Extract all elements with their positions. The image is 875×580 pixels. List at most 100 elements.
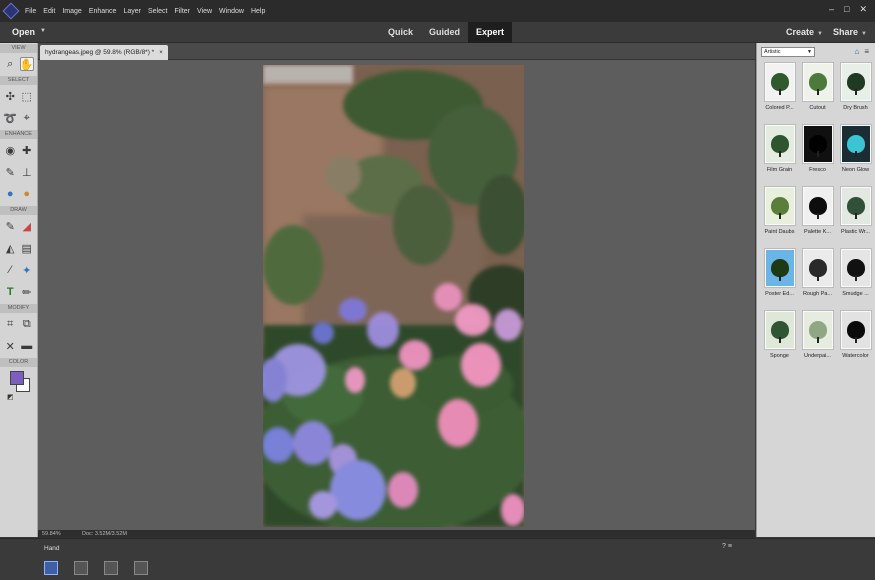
home-icon[interactable]: ⌂ (854, 47, 859, 56)
effect-thumbnail[interactable]: Paint Daubs (761, 184, 798, 246)
effect-label: Palette K... (804, 229, 831, 235)
open-button[interactable]: Open (12, 27, 35, 37)
zoom-level[interactable]: 59.84% (42, 530, 61, 538)
effect-preview-image (765, 188, 794, 224)
brush-tool-icon[interactable]: ✎ (3, 219, 17, 233)
effects-category-select[interactable]: Artistic ▼ (761, 47, 815, 57)
effect-thumbnail[interactable]: Cutout (799, 60, 836, 122)
foreground-color-swatch[interactable] (10, 371, 24, 385)
effect-thumbnail[interactable]: Dry Brush (837, 60, 874, 122)
effect-preview-image (803, 250, 832, 286)
menu-layer[interactable]: Layer (123, 8, 141, 15)
tree-icon (808, 197, 827, 219)
close-icon[interactable]: × (159, 50, 163, 56)
effect-thumbnail[interactable]: Sponge (761, 308, 798, 370)
share-button[interactable]: Share ▼ (833, 27, 867, 37)
effect-preview-image (803, 188, 832, 224)
effect-thumbnail[interactable]: Palette K... (799, 184, 836, 246)
effects-grid: Colored P... Cutout Dry Brush Film Grain Fre… (757, 60, 875, 370)
effect-preview (801, 310, 834, 350)
fit-screen-button[interactable] (74, 561, 88, 575)
menu-window[interactable]: Window (219, 8, 244, 15)
tab-quick[interactable]: Quick (380, 22, 421, 43)
healing-brush-tool-icon[interactable]: ✚ (20, 143, 34, 157)
tab-guided[interactable]: Guided (421, 22, 468, 43)
effect-thumbnail[interactable]: Colored P... (761, 60, 798, 122)
type-tool-icon[interactable]: T (3, 285, 17, 299)
effect-label: Fresco (809, 167, 826, 173)
menu-select[interactable]: Select (148, 8, 167, 15)
effect-thumbnail[interactable]: Neon Glow (837, 122, 874, 184)
panel-options-icon[interactable]: ≡ (728, 543, 732, 550)
effect-preview-image (765, 126, 794, 162)
effect-label: Plastic Wr... (841, 229, 870, 235)
share-label: Share (833, 27, 859, 37)
gradient-tool-icon[interactable]: ▤ (20, 241, 34, 255)
effect-thumbnail[interactable]: Underpai... (799, 308, 836, 370)
effect-thumbnail[interactable]: Poster Ed... (761, 246, 798, 308)
create-button[interactable]: Create ▼ (786, 27, 823, 37)
tab-expert[interactable]: Expert (468, 22, 513, 43)
document-image[interactable] (263, 65, 524, 527)
move-tool-icon[interactable]: ✣ (3, 89, 17, 103)
menu-view[interactable]: View (197, 8, 212, 15)
effect-thumbnail[interactable]: Fresco (799, 122, 836, 184)
document-tab[interactable]: hydrangeas.jpeg @ 59.8% (RGB/8*) * × (40, 45, 168, 60)
menu-bar: File Edit Image Enhance Layer Select Fil… (0, 0, 875, 22)
effect-preview-image (803, 312, 832, 348)
tree-icon (770, 321, 789, 343)
effect-thumbnail[interactable]: Watercolor (837, 308, 874, 370)
zoom-tool-icon[interactable]: ⌕ (3, 57, 17, 71)
create-label: Create (786, 27, 815, 37)
tree-icon (808, 259, 827, 281)
actual-pixels-button[interactable] (44, 561, 58, 575)
effect-label: Colored P... (765, 105, 794, 111)
paint-bucket-tool-icon[interactable]: ◭ (3, 241, 17, 255)
panel-menu-icon[interactable]: ≡ (864, 47, 869, 56)
menu-image[interactable]: Image (62, 8, 81, 15)
menu-file[interactable]: File (25, 8, 36, 15)
effect-thumbnail[interactable]: Plastic Wr... (837, 184, 874, 246)
lasso-tool-icon[interactable]: ➰ (3, 111, 17, 125)
effect-preview-image (841, 312, 870, 348)
effect-preview (801, 124, 834, 164)
close-window-button[interactable]: ✕ (859, 4, 867, 15)
window-controls: – □ ✕ (829, 4, 867, 15)
menu-enhance[interactable]: Enhance (89, 8, 117, 15)
menu-filter[interactable]: Filter (174, 8, 190, 15)
canvas-area[interactable] (38, 60, 755, 530)
help-icon[interactable]: ? (722, 543, 726, 550)
eyedropper-tool-icon[interactable]: ⁄ (3, 263, 17, 277)
effect-label: Smudge ... (842, 291, 869, 297)
marquee-tool-icon[interactable]: ⬚ (20, 89, 34, 103)
smart-brush-tool-icon[interactable]: ✎ (3, 165, 17, 179)
content-aware-move-tool-icon[interactable]: ✕ (3, 339, 17, 353)
clone-stamp-tool-icon[interactable]: ⊥ (20, 165, 34, 179)
crop-tool-icon[interactable]: ⌗ (3, 317, 17, 331)
effect-thumbnail[interactable]: Film Grain (761, 122, 798, 184)
straighten-tool-icon[interactable]: ▬ (20, 339, 34, 353)
pencil-tool-icon[interactable]: ✏ (20, 285, 34, 299)
recompose-tool-icon[interactable]: ⧉ (20, 317, 34, 331)
tree-icon (770, 73, 789, 95)
red-eye-tool-icon[interactable]: ◉ (3, 143, 17, 157)
default-colors-icon[interactable]: ◩ (7, 393, 14, 401)
blur-tool-icon[interactable]: ● (3, 187, 17, 201)
custom-shape-tool-icon[interactable]: ✦ (20, 263, 34, 277)
color-swatches: ◩ (0, 367, 37, 407)
sponge-tool-icon[interactable]: ● (20, 187, 34, 201)
menu-help[interactable]: Help (251, 8, 265, 15)
hand-tool-icon[interactable]: ✋ (19, 57, 34, 71)
maximize-button[interactable]: □ (844, 4, 849, 15)
quick-select-tool-icon[interactable]: ⌖ (20, 111, 34, 125)
effect-thumbnail[interactable]: Rough Pa... (799, 246, 836, 308)
tree-icon (808, 321, 827, 343)
eraser-tool-icon[interactable]: ◢ (20, 219, 34, 233)
menu-edit[interactable]: Edit (43, 8, 55, 15)
minimize-button[interactable]: – (829, 4, 834, 15)
effect-label: Watercolor (842, 353, 869, 359)
print-size-button[interactable] (134, 561, 148, 575)
chevron-down-icon[interactable]: ▼ (40, 28, 46, 34)
effect-thumbnail[interactable]: Smudge ... (837, 246, 874, 308)
fill-screen-button[interactable] (104, 561, 118, 575)
